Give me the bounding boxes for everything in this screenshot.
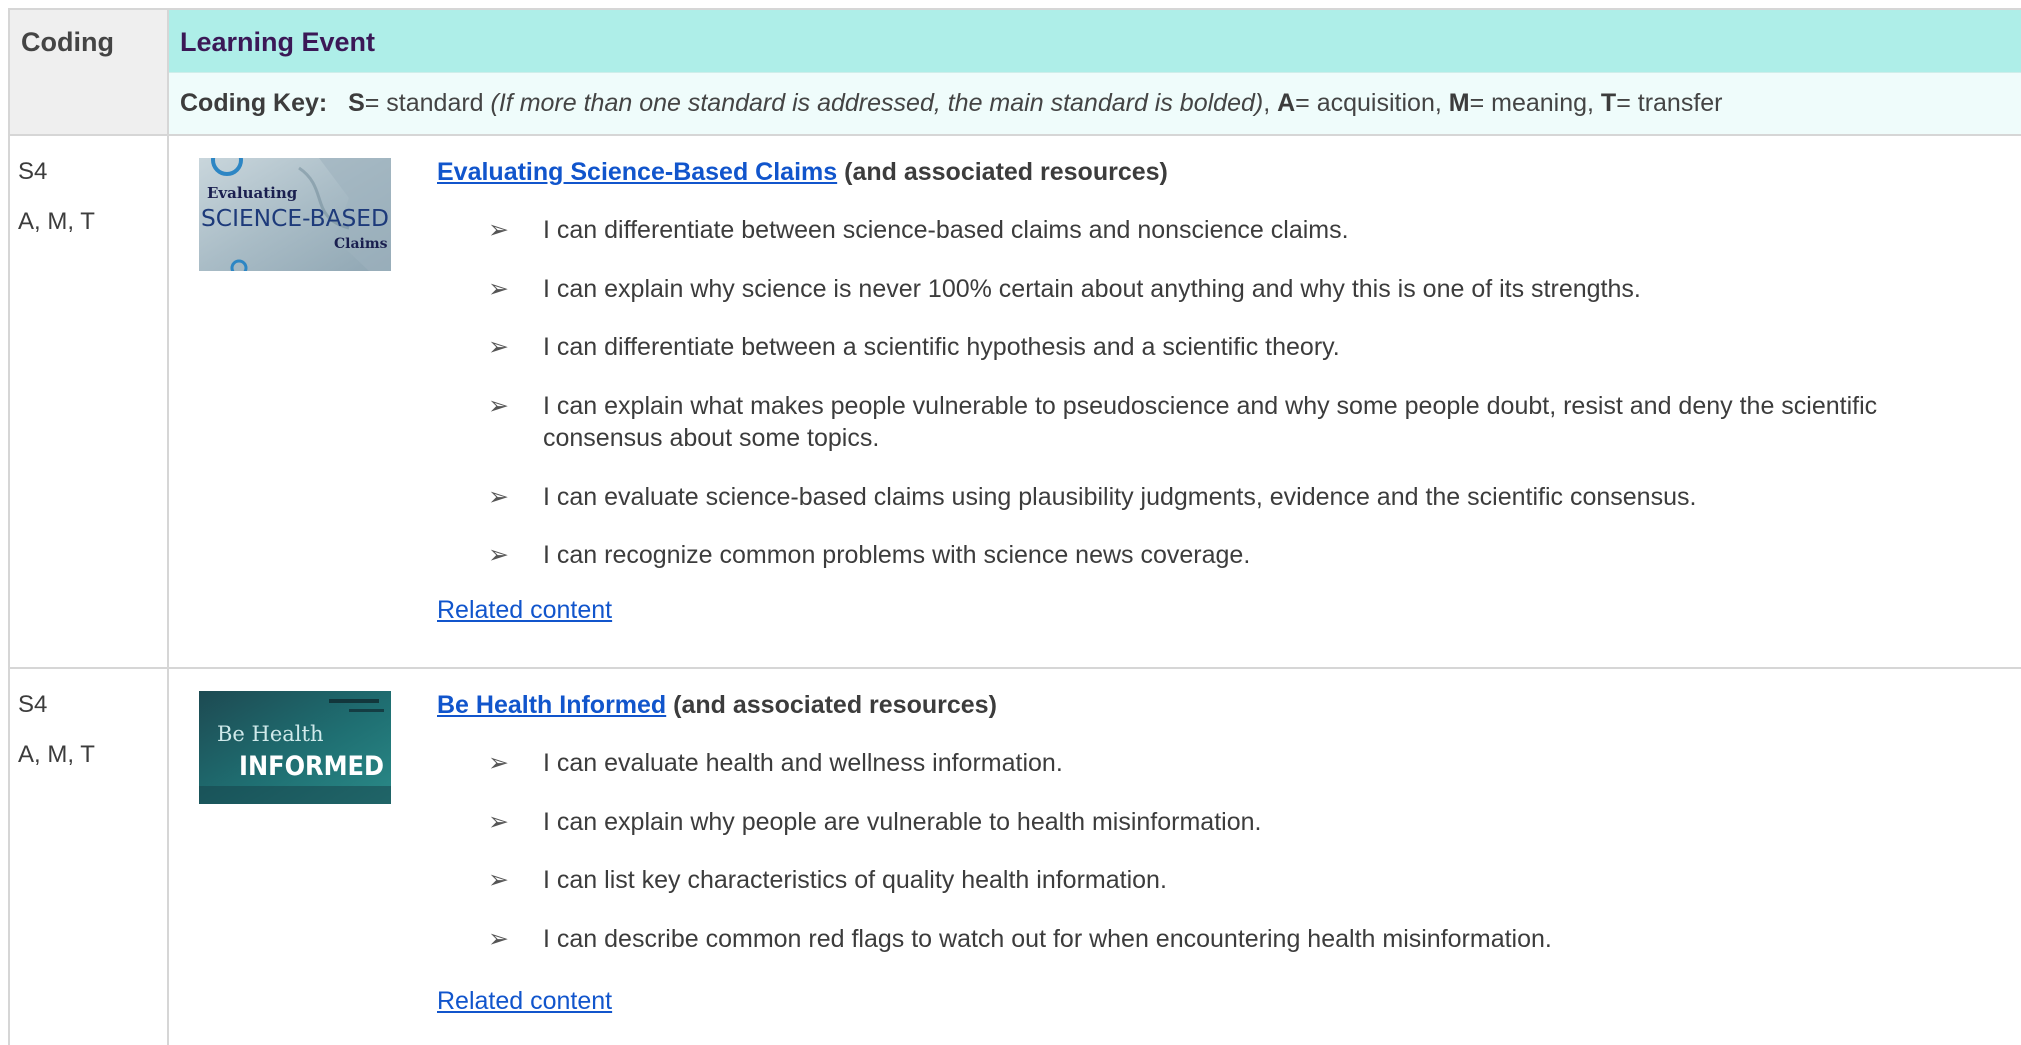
arrow-bullet-icon: ➢	[488, 925, 509, 953]
learning-events-table: Coding Learning Event Coding Key: S= sta…	[8, 8, 2021, 1045]
key-t-letter: T	[1600, 89, 1617, 117]
key-s-text: = standard	[364, 89, 491, 117]
objective-text: I can explain what makes people vulnerab…	[543, 392, 1878, 452]
thumbnail-title-line2: SCIENCE-BASED	[201, 206, 389, 232]
key-m-letter: M	[1448, 89, 1470, 117]
coding-header-cell: Coding	[10, 10, 167, 136]
key-a-text: = acquisition,	[1295, 89, 1449, 117]
objective-text: I can differentiate between a scientific…	[543, 333, 1340, 361]
key-s-letter: S	[348, 89, 365, 117]
arrow-bullet-icon: ➢	[488, 216, 509, 244]
arrow-bullet-icon: ➢	[488, 483, 509, 511]
learning-event-header-cell: Learning Event	[169, 10, 2021, 73]
key-a-letter: A	[1277, 89, 1296, 117]
arrow-bullet-icon: ➢	[488, 275, 509, 303]
arrow-bullet-icon: ➢	[488, 333, 509, 361]
event-title-link[interactable]: Be Health Informed	[437, 691, 666, 719]
key-s-note: (If more than one standard is addressed,…	[490, 89, 1264, 117]
event-title-link[interactable]: Evaluating Science-Based Claims	[437, 158, 837, 186]
key-t-text: = transfer	[1616, 89, 1723, 117]
standard-code: S4	[18, 691, 48, 718]
related-content-link[interactable]: Related content	[437, 987, 612, 1016]
thumbnail-title-line3: Claims	[334, 236, 388, 252]
learning-event-row: S4 A, M, T Be Health INFORMED Be Health …	[10, 669, 2021, 1045]
amt-codes: A, M, T	[18, 208, 95, 235]
objective-text: I can explain why science is never 100% …	[543, 275, 1641, 303]
evaluating-claims-thumbnail-image: Evaluating SCIENCE-BASED Claims	[199, 158, 391, 271]
learning-event-header-label: Learning Event	[180, 27, 376, 57]
amt-codes: A, M, T	[18, 741, 95, 768]
learning-event-row: S4 A, M, T Evaluating SCIENCE-BASED Clai…	[10, 136, 2021, 669]
arrow-bullet-icon: ➢	[488, 541, 509, 569]
standard-code: S4	[18, 158, 48, 185]
objective-text: I can explain why people are vulnerable …	[543, 808, 1262, 836]
objective-text: I can evaluate health and wellness infor…	[543, 749, 1063, 777]
arrow-bullet-icon: ➢	[488, 808, 509, 836]
coding-key: Coding Key: S= standard (If more than on…	[180, 89, 1723, 118]
key-m-text: = meaning,	[1469, 89, 1601, 117]
key-sep: ,	[1263, 89, 1278, 117]
coding-key-prefix: Coding Key:	[180, 89, 328, 117]
event-title: Evaluating Science-Based Claims (and ass…	[437, 158, 1168, 187]
coding-key-row: Coding Key: S= standard (If more than on…	[169, 73, 2021, 136]
objective-text: I can differentiate between science-base…	[543, 216, 1349, 244]
objective-text: I can describe common red flags to watch…	[543, 925, 1552, 953]
event-title-suffix: (and associated resources)	[666, 691, 997, 719]
arrow-bullet-icon: ➢	[488, 749, 509, 777]
thumbnail-title-line2: INFORMED	[239, 751, 384, 782]
event-title-suffix: (and associated resources)	[837, 158, 1168, 186]
be-health-informed-thumbnail[interactable]: Be Health INFORMED	[199, 691, 391, 804]
be-health-informed-thumbnail-image: Be Health INFORMED	[199, 691, 391, 804]
event-title: Be Health Informed (and associated resou…	[437, 691, 997, 720]
objective-text: I can list key characteristics of qualit…	[543, 866, 1167, 894]
objective-text: I can evaluate science-based claims usin…	[543, 483, 1697, 511]
arrow-bullet-icon: ➢	[488, 392, 509, 420]
thumbnail-title-line1: Evaluating	[207, 184, 298, 202]
evaluating-claims-thumbnail[interactable]: Evaluating SCIENCE-BASED Claims	[199, 158, 391, 271]
objective-text: I can recognize common problems with sci…	[543, 541, 1251, 569]
related-content-link[interactable]: Related content	[437, 596, 612, 625]
thumbnail-title-line1: Be Health	[217, 722, 323, 746]
arrow-bullet-icon: ➢	[488, 866, 509, 894]
coding-header-label: Coding	[21, 27, 114, 57]
